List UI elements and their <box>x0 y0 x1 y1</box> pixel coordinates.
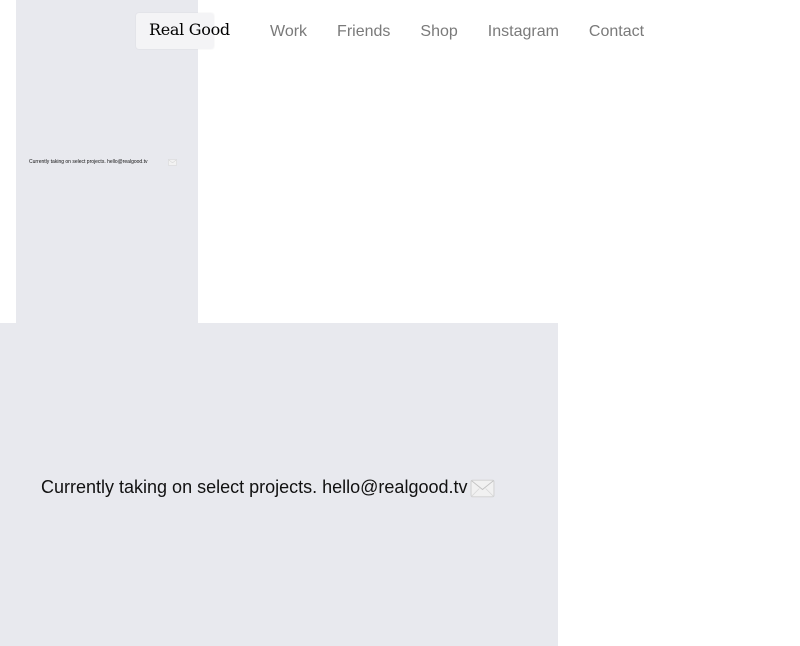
nav-link-instagram[interactable]: Instagram <box>488 22 559 42</box>
logo[interactable]: Real Good <box>149 20 230 40</box>
contact-panel: Currently taking on select projects. hel… <box>0 323 558 646</box>
main-nav: Work Friends Shop Instagram Contact <box>270 22 644 42</box>
contact-message[interactable]: Currently taking on select projects. hel… <box>41 476 468 498</box>
nav-link-shop[interactable]: Shop <box>420 22 457 42</box>
envelope-icon <box>168 159 177 166</box>
nav-link-work[interactable]: Work <box>270 22 307 42</box>
preview-message: Currently taking on select projects. hel… <box>29 159 148 165</box>
nav-link-friends[interactable]: Friends <box>337 22 390 42</box>
nav-link-contact[interactable]: Contact <box>589 22 644 42</box>
envelope-icon <box>470 479 495 498</box>
page: Currently taking on select projects. hel… <box>0 0 800 646</box>
